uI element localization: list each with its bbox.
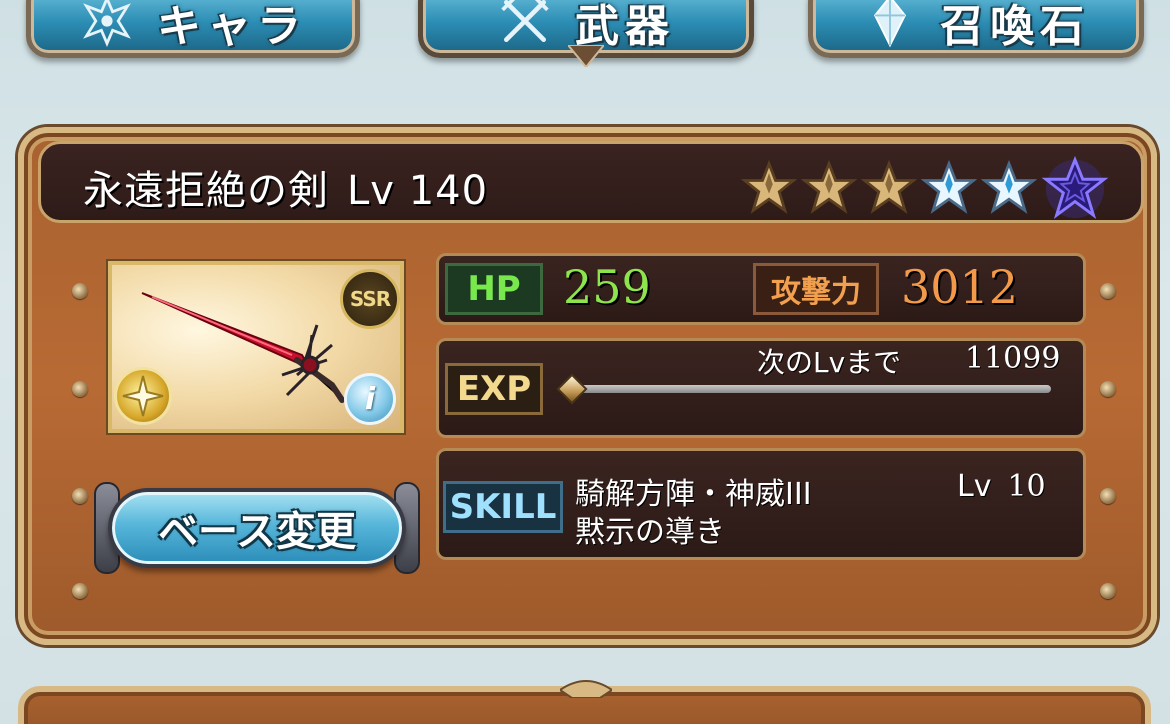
rivet xyxy=(1100,488,1116,504)
weapon-image[interactable]: SSR i xyxy=(108,261,404,433)
tab-weapons[interactable]: 武器 xyxy=(418,0,754,67)
rivet xyxy=(72,283,88,299)
blue-star-icon xyxy=(921,160,977,214)
rivet xyxy=(72,381,88,397)
tab-characters[interactable]: キャラ xyxy=(26,0,360,58)
skill-level-label: Lv xyxy=(957,469,992,504)
rarity-badge: SSR xyxy=(340,269,400,329)
weapon-name: 永遠拒絶の剣 xyxy=(83,168,329,214)
tab-selected-marker xyxy=(568,45,604,67)
weapon-level: 140 xyxy=(408,168,489,214)
transcendence-star-icon xyxy=(1041,155,1109,219)
weapon-detail-panel: 永遠拒絶の剣 Lv 140 SSR i ベース変更 HP 259 攻撃力 301… xyxy=(18,127,1157,645)
uncap-stars xyxy=(741,154,1109,222)
gold-star-icon xyxy=(801,160,857,214)
tab-label: キャラ xyxy=(157,1,307,52)
change-base-label: ベース変更 xyxy=(158,509,356,555)
rivet xyxy=(1100,283,1116,299)
rivet xyxy=(1100,583,1116,599)
change-base-button[interactable]: ベース変更 xyxy=(94,478,420,578)
skill-name-2[interactable]: 黙示の導き xyxy=(575,507,725,551)
info-icon[interactable]: i xyxy=(344,373,396,425)
atk-value: 3012 xyxy=(901,260,1019,314)
panel-ornament-icon xyxy=(560,680,612,698)
exp-progress-bar xyxy=(565,385,1051,393)
crystal-icon xyxy=(873,0,907,48)
hp-tag: HP xyxy=(445,263,543,315)
gold-star-icon xyxy=(861,160,917,214)
light-element-icon xyxy=(114,367,172,425)
skill-row: SKILL 騎解方陣・神威III 黙示の導き Lv 10 xyxy=(436,448,1086,560)
crossed-swords-icon xyxy=(501,0,549,42)
exp-tag: EXP xyxy=(445,363,543,415)
next-level-exp: 11099 xyxy=(965,341,1061,376)
weapon-header: 永遠拒絶の剣 Lv 140 xyxy=(38,141,1144,223)
rivet xyxy=(72,488,88,504)
skill-level: Lv 10 xyxy=(957,469,1046,504)
rivet xyxy=(1100,381,1116,397)
exp-progress-gem xyxy=(556,373,588,405)
skill-tag: SKILL xyxy=(443,481,563,533)
change-base-button-body: ベース変更 xyxy=(108,488,406,568)
hp-value: 259 xyxy=(563,260,651,314)
weapon-title: 永遠拒絶の剣 Lv 140 xyxy=(83,158,488,216)
next-level-label: 次のLvまで xyxy=(757,346,902,379)
exp-row: 次のLvまで 11099 EXP xyxy=(436,338,1086,438)
rivet xyxy=(72,583,88,599)
tab-summons[interactable]: 召喚石 xyxy=(808,0,1144,58)
tab-label: 召喚石 xyxy=(940,1,1090,52)
skill-level-value: 10 xyxy=(1007,469,1046,504)
atk-tag: 攻撃力 xyxy=(753,263,879,315)
emblem-icon xyxy=(83,0,131,47)
blue-star-icon xyxy=(981,160,1037,214)
stats-row: HP 259 攻撃力 3012 xyxy=(436,253,1086,325)
gold-star-icon xyxy=(741,160,797,214)
weapon-level-label: Lv xyxy=(347,168,395,214)
